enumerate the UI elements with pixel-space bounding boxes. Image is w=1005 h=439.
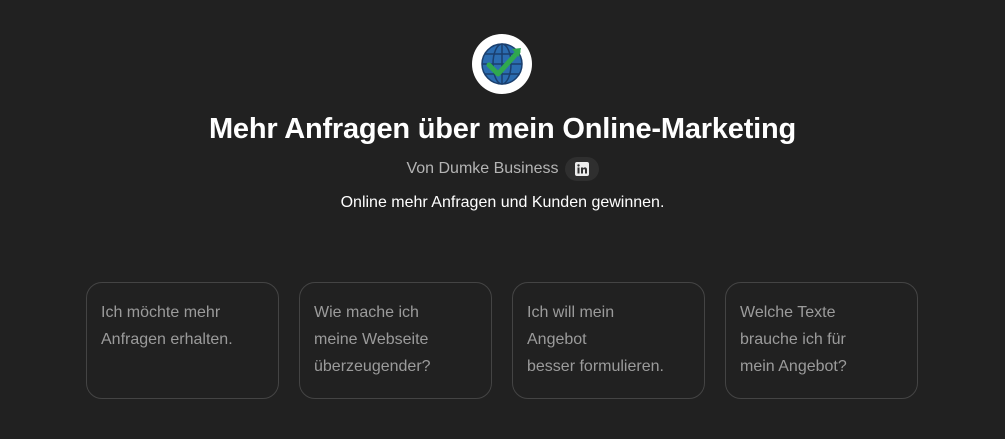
gpt-start-page: Mehr Anfragen über mein Online-Marketing… (0, 0, 1005, 439)
conversation-starters: Ich möchte mehr Anfragen erhalten. Wie m… (86, 282, 918, 399)
starter-line: brauche ich für (740, 331, 846, 348)
starter-card-4[interactable]: Welche Texte brauche ich für mein Angebo… (725, 282, 918, 399)
starter-line: Ich möchte mehr (101, 304, 221, 321)
starter-card-3[interactable]: Ich will mein Angebot besser formulieren… (512, 282, 705, 399)
starter-card-1[interactable]: Ich möchte mehr Anfragen erhalten. (86, 282, 279, 399)
starter-line: Anfragen erhalten. (101, 331, 233, 348)
gpt-title: Mehr Anfragen über mein Online-Marketing (208, 113, 797, 145)
author-byline: Von Dumke Business (0, 157, 1005, 181)
starter-line: besser formulieren. (527, 358, 664, 375)
starter-line: überzeugender? (314, 358, 431, 375)
globe-checkmark-icon (481, 43, 523, 85)
starter-line: Wie mache ich (314, 304, 419, 321)
starter-line: Welche Texte (740, 304, 836, 321)
author-name: Von Dumke Business (406, 160, 559, 177)
starter-line: meine Webseite (314, 331, 429, 348)
linkedin-link[interactable] (564, 157, 599, 181)
starter-line: Angebot (527, 331, 587, 348)
starter-card-2[interactable]: Wie mache ich meine Webseite überzeugend… (299, 282, 492, 399)
starter-line: Ich will mein (527, 304, 615, 321)
starter-line: mein Angebot? (740, 358, 847, 375)
linkedin-icon (574, 162, 589, 176)
gpt-logo (472, 34, 532, 94)
gpt-description: Online mehr Anfragen und Kunden gewinnen… (340, 194, 665, 211)
